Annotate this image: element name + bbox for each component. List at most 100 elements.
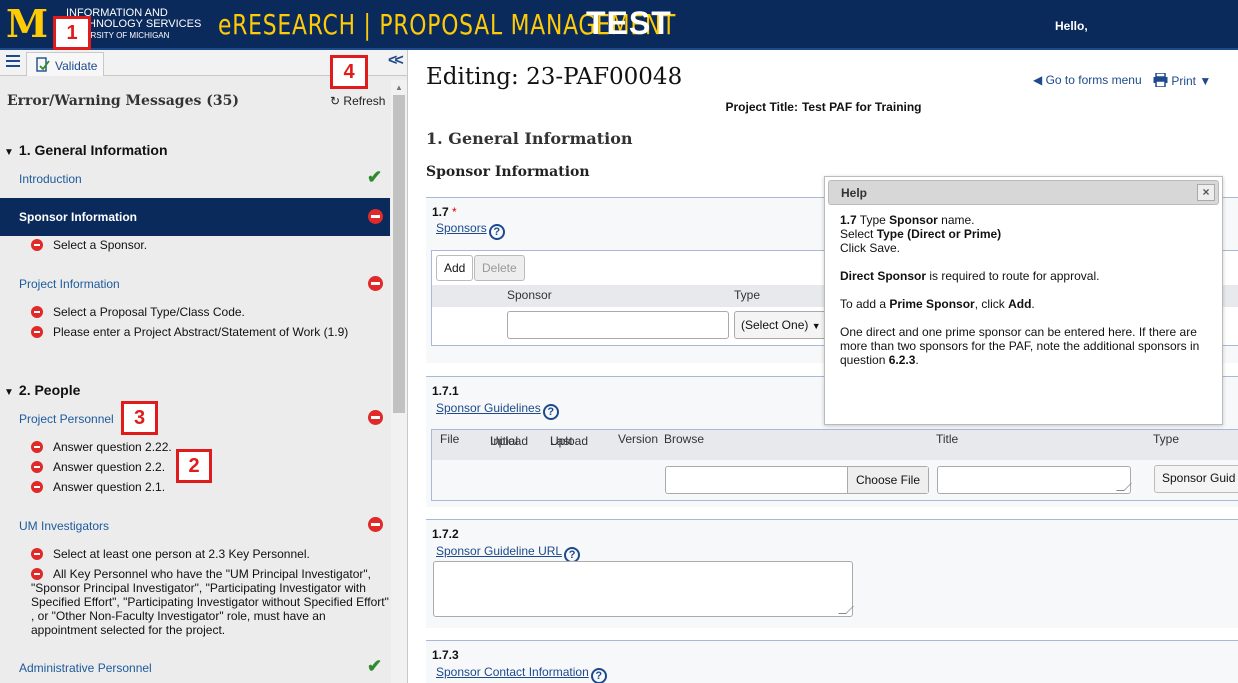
documents-grid: File Initial Upload Last Upload Version Br… — [431, 429, 1238, 501]
print-label: Print — [1171, 74, 1197, 88]
error-icon — [31, 461, 43, 473]
sponsor-guideline-url-label: Sponsor Guideline URL — [436, 544, 563, 558]
help-paragraph: 1.7 Type Sponsor name. Select Type (Dire… — [840, 213, 1212, 255]
col-last-line2: Upload — [550, 434, 589, 448]
help-text: is required to route for approval. — [926, 269, 1100, 283]
help-paragraph: One direct and one prime sponsor can be … — [840, 325, 1212, 367]
help-text: . — [1031, 297, 1035, 311]
error-icon — [31, 326, 43, 338]
error-icon — [368, 517, 383, 532]
help-text: Direct Sponsor — [840, 269, 927, 283]
section-header-people[interactable]: ▼ 2. People — [4, 382, 80, 398]
callout-1: 1 — [53, 16, 91, 50]
help-text: name. — [937, 213, 975, 227]
col-file: File — [440, 432, 460, 446]
col-initial-line2: Upload — [490, 434, 529, 448]
sponsors-link[interactable]: Sponsors? — [436, 221, 505, 240]
callout-2: 2 — [176, 449, 212, 483]
scrollbar-thumb[interactable] — [393, 95, 405, 413]
nav-item-project-personnel[interactable]: Project Personnel — [19, 412, 114, 426]
sponsor-guidelines-link[interactable]: Sponsor Guidelines? — [436, 401, 559, 420]
help-icon[interactable]: ? — [488, 224, 505, 240]
help-text: Add — [1008, 297, 1032, 311]
col-type: Type — [734, 288, 761, 302]
help-dialog: Help × 1.7 Type Sponsor name. Select Typ… — [824, 176, 1223, 425]
close-icon[interactable]: × — [1197, 184, 1215, 201]
guideline-url-textarea[interactable] — [433, 561, 853, 617]
user-greeting: Hello, — [1055, 19, 1088, 33]
chevron-down-icon: ▼ — [1199, 74, 1212, 88]
question-1-7-3: 1.7.3 Sponsor Contact Information? — [426, 640, 1238, 683]
sponsor-input[interactable] — [507, 311, 729, 339]
go-to-forms-link[interactable]: ◀ Go to forms menu — [1033, 73, 1142, 87]
refresh-label: Refresh — [343, 94, 386, 108]
hamburger-icon[interactable] — [6, 55, 20, 67]
nav-item-project-information[interactable]: Project Information — [19, 277, 120, 291]
error-icon — [31, 306, 43, 318]
error-message[interactable]: Answer question 2.2. — [53, 460, 165, 474]
help-text: Sponsor — [889, 213, 938, 227]
section-header-general[interactable]: ▼ 1. General Information — [4, 142, 168, 158]
help-header[interactable]: Help × — [828, 180, 1219, 205]
help-text: Type (Direct or Prime) — [876, 227, 1002, 241]
print-button[interactable]: Print ▼ — [1153, 72, 1212, 88]
print-icon — [1153, 72, 1168, 88]
subsection-title: Sponsor Information — [426, 164, 590, 180]
help-text: 6.2.3 — [888, 353, 916, 367]
file-input[interactable]: Choose File — [665, 466, 929, 494]
um-logo: M — [6, 1, 48, 46]
help-text: , click — [974, 297, 1009, 311]
help-text: Type — [856, 213, 890, 227]
validate-icon — [36, 57, 50, 72]
grid-header: File Initial Upload Last Upload Version Br… — [432, 430, 1238, 460]
error-message[interactable]: Please enter a Project Abstract/Statemen… — [53, 325, 348, 339]
sponsor-type-select[interactable]: (Select One) ▼ — [734, 311, 834, 339]
col-sponsor: Sponsor — [507, 288, 552, 302]
error-message[interactable]: Answer question 2.1. — [53, 480, 165, 494]
check-icon: ✔ — [367, 656, 383, 676]
error-message[interactable]: Select a Sponsor. — [53, 238, 147, 252]
nav-item-introduction[interactable]: Introduction — [19, 172, 82, 186]
nav-item-sponsor-information[interactable]: Sponsor Information — [0, 198, 390, 236]
help-text: Prime Sponsor — [889, 297, 975, 311]
error-message[interactable]: Answer question 2.22. — [53, 440, 172, 454]
question-number: 1.7.3 — [432, 648, 459, 662]
help-text: 1.7 — [840, 213, 857, 227]
collapse-icon[interactable]: << — [388, 52, 404, 70]
help-icon[interactable]: ? — [542, 404, 559, 420]
section-title: 1. General Information — [18, 142, 168, 158]
error-message[interactable]: Select at least one person at 2.3 Key Pe… — [53, 547, 310, 561]
nav-item-administrative-personnel[interactable]: Administrative Personnel — [19, 661, 152, 675]
chevron-down-icon: ▼ — [811, 321, 821, 331]
error-icon — [31, 548, 43, 560]
help-paragraph: Direct Sponsor is required to route for … — [840, 269, 1212, 283]
col-type: Type — [1153, 432, 1180, 446]
validate-button[interactable]: Validate — [26, 52, 105, 76]
title-input[interactable] — [937, 466, 1131, 494]
question-number-text: 1.7 — [432, 205, 449, 219]
help-title: Help — [841, 186, 868, 200]
delete-button[interactable]: Delete — [474, 255, 525, 281]
error-message[interactable]: All Key Personnel who have the "UM Princ… — [31, 567, 391, 637]
sponsor-contact-link[interactable]: Sponsor Contact Information? — [436, 665, 607, 683]
expand-triangle-icon: ▼ — [4, 147, 14, 158]
refresh-button[interactable]: ↻ Refresh — [330, 94, 385, 108]
add-button[interactable]: Add — [436, 255, 474, 281]
error-message[interactable]: Select a Proposal Type/Class Code. — [53, 305, 245, 319]
type-button[interactable]: Sponsor Guid — [1154, 465, 1238, 493]
question-1-7-2: 1.7.2 Sponsor Guideline URL? — [426, 519, 1238, 628]
chevron-left-icon: ◀ — [1033, 73, 1043, 87]
nav-item-um-investigators[interactable]: UM Investigators — [19, 519, 109, 533]
project-title: Project Title: Test PAF for Training — [409, 100, 1238, 114]
question-number: 1.7.2 — [432, 527, 459, 541]
error-icon — [31, 481, 43, 493]
project-title-label: Project Title: — [725, 100, 798, 114]
error-icon — [368, 276, 383, 291]
scroll-up-icon[interactable]: ▲ — [395, 83, 403, 92]
error-icon — [31, 441, 43, 453]
choose-file-button[interactable]: Choose File — [846, 467, 928, 493]
help-text: Select — [840, 227, 877, 241]
help-icon[interactable]: ? — [590, 668, 607, 683]
page-title: Editing: 23-PAF00048 — [426, 64, 683, 90]
col-version: Version — [618, 432, 659, 446]
